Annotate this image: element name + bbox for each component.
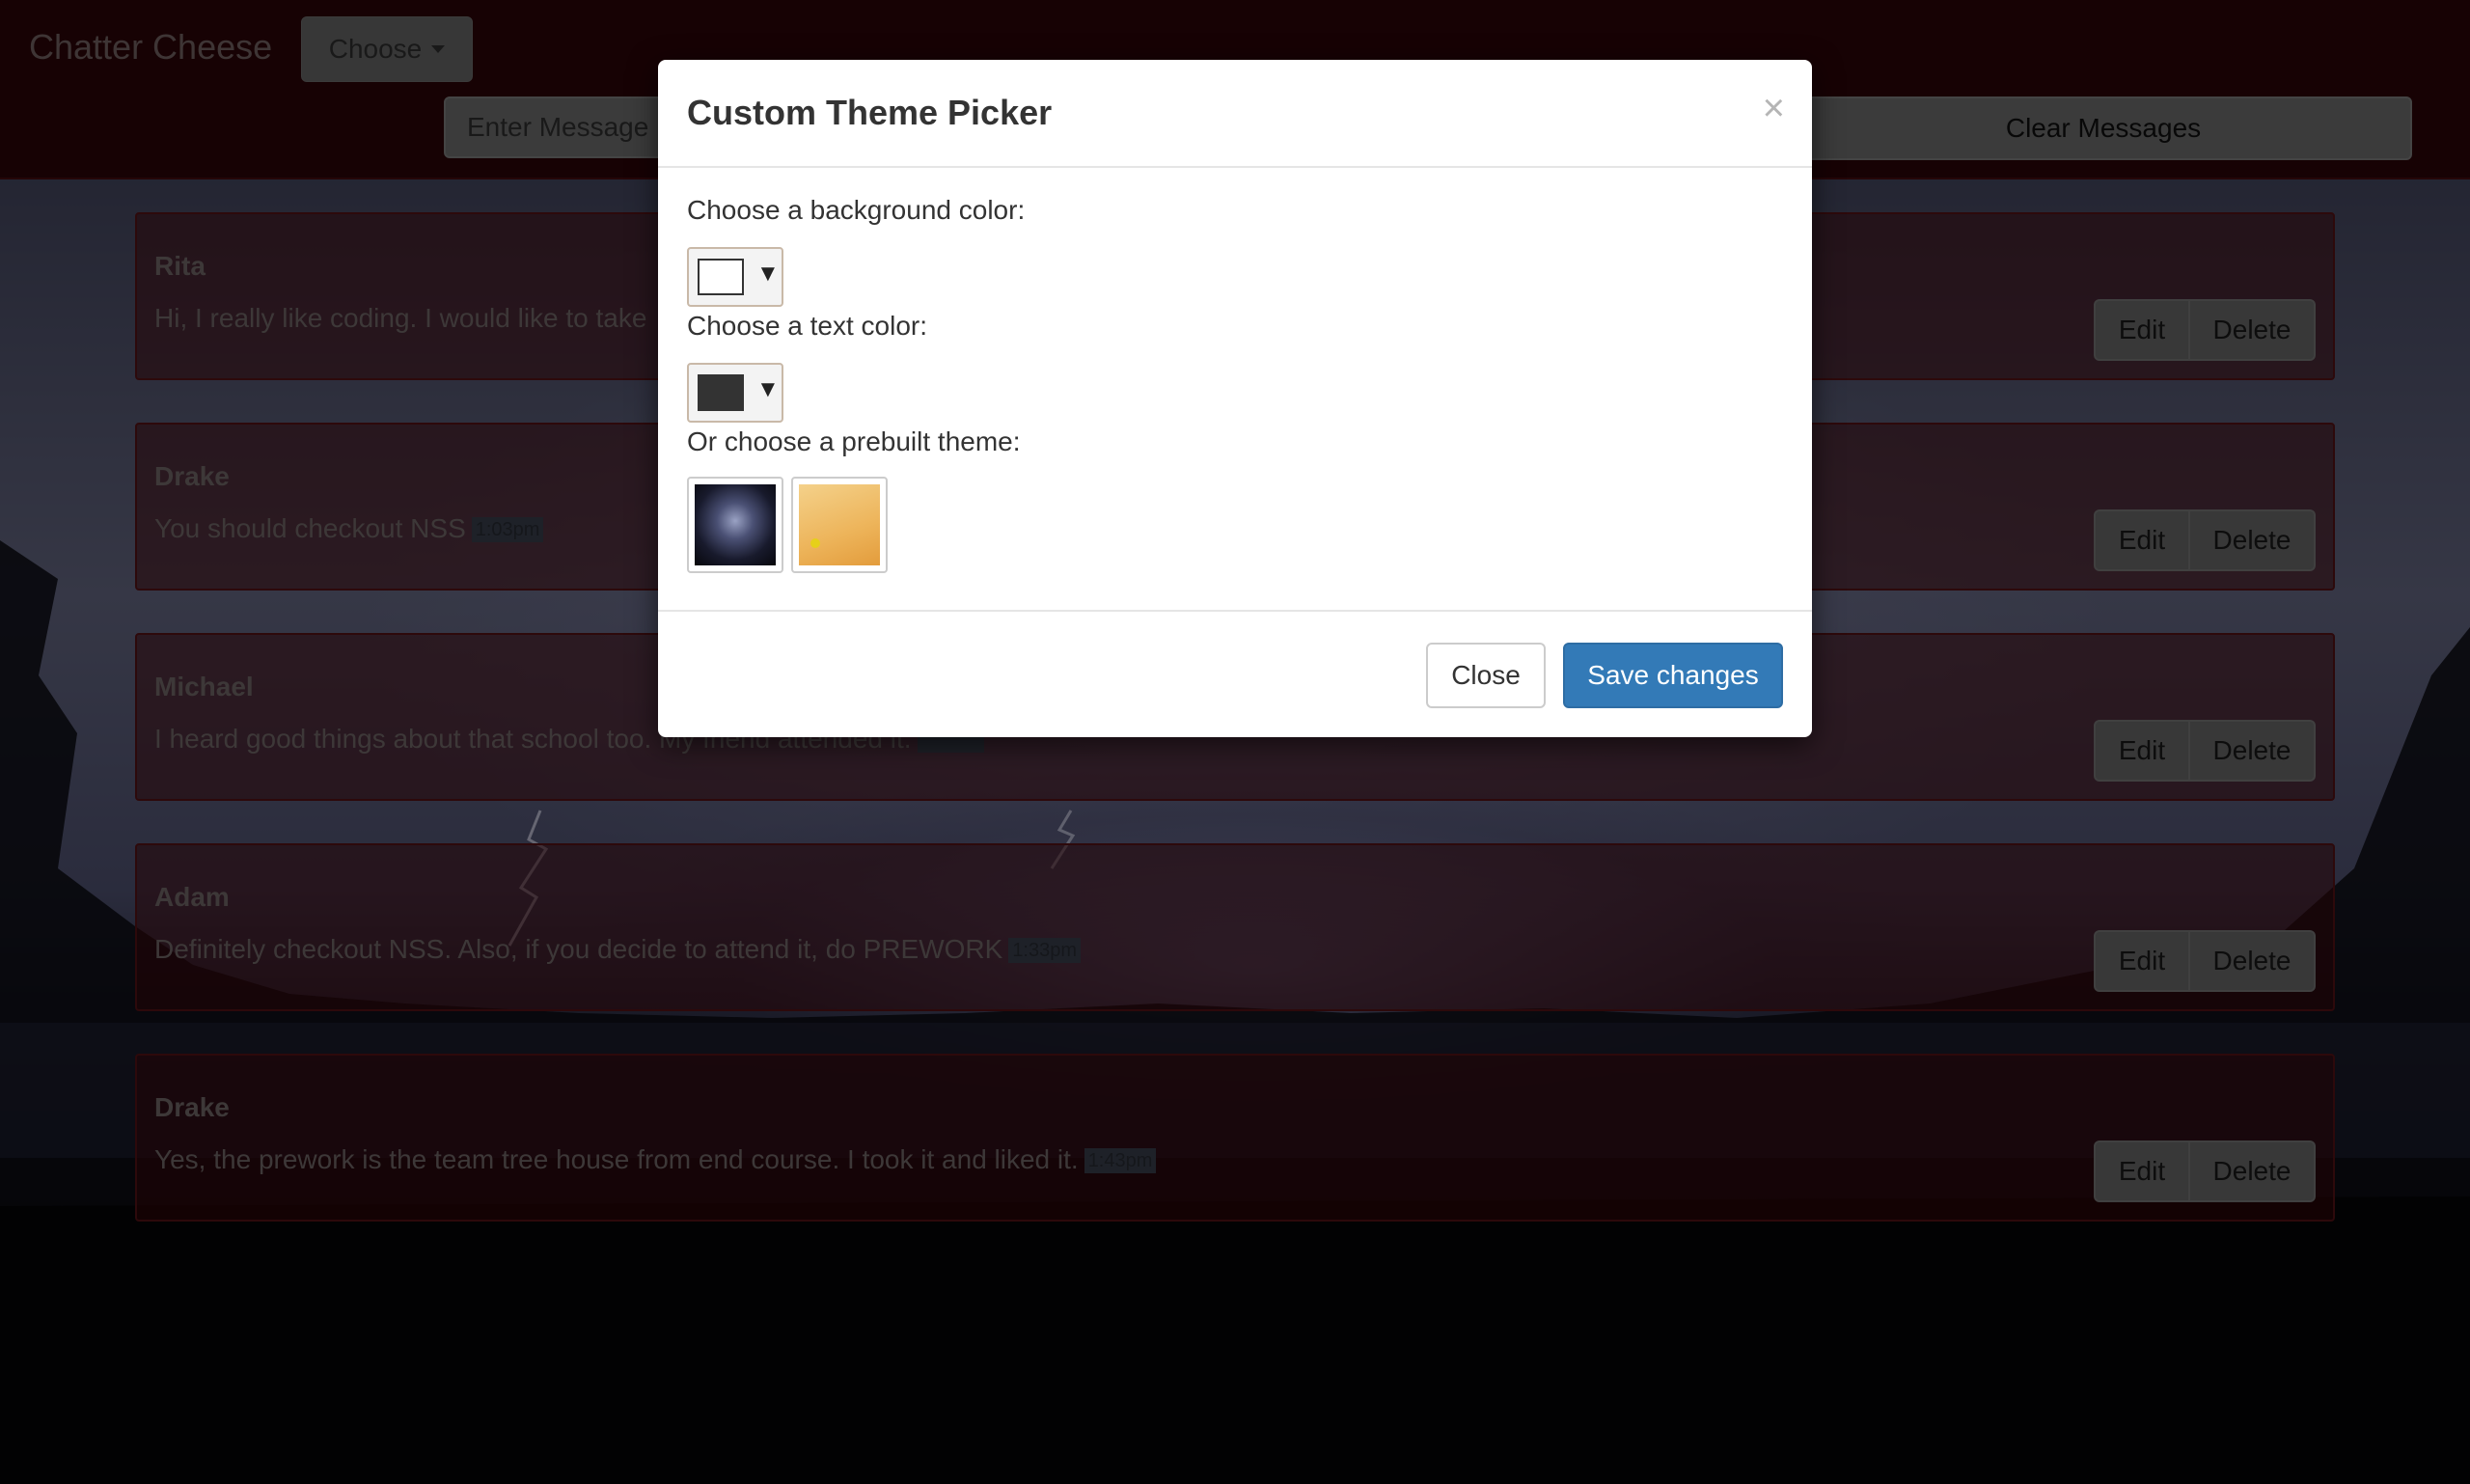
theme-picker-modal: Custom Theme Picker × Choose a backgroun… <box>658 60 1812 737</box>
text-color-picker[interactable]: ▼ <box>687 363 783 423</box>
prebuilt-theme-label: Or choose a prebuilt theme: <box>687 426 1021 456</box>
storm-theme-thumbnail[interactable] <box>687 477 783 573</box>
storm-theme-image <box>695 484 776 565</box>
sunny-theme-thumbnail[interactable] <box>791 477 888 573</box>
background-color-label: Choose a background color: <box>687 195 1026 225</box>
background-color-picker[interactable]: ▼ <box>687 247 783 307</box>
dropdown-arrow-icon: ▼ <box>756 261 780 287</box>
save-changes-button[interactable]: Save changes <box>1563 643 1783 708</box>
close-button[interactable]: Close <box>1426 643 1546 708</box>
text-color-swatch <box>698 374 744 411</box>
close-icon[interactable]: × <box>1763 89 1785 127</box>
text-color-label: Choose a text color: <box>687 311 928 341</box>
modal-title: Custom Theme Picker <box>687 93 1053 132</box>
sunny-theme-image <box>799 484 880 565</box>
modal-header: Custom Theme Picker × <box>658 60 1812 168</box>
dropdown-arrow-icon: ▼ <box>756 376 780 402</box>
modal-footer: Close Save changes <box>658 610 1812 737</box>
background-color-swatch <box>698 259 744 295</box>
